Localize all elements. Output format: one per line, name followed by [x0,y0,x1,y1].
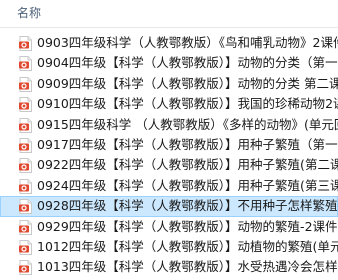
file-row[interactable]: 0904四年级【科学（人教鄂教版）】动物的分类（第一课 [0,53,338,73]
file-name: 0910四年级【科学（人教鄂教版）】我国的珍稀动物2课件【公众 [37,96,338,112]
file-row[interactable]: 0922四年级【科学（人教鄂教版）】用种子繁殖(第二课时)-2课件 [0,155,338,175]
pdf-file-icon [19,76,32,92]
file-name: 0904四年级【科学（人教鄂教版）】动物的分类（第一课 [37,55,338,71]
file-list: 0903四年级科学（人教鄂教版）《鸟和哺乳动物》2课件 0904四年级【科学（人教… [0,33,338,278]
pdf-file-icon [19,56,32,72]
pdf-file-icon [19,199,32,215]
file-row[interactable]: 0917四年级【科学（人教鄂教版）】用种子繁殖（第一课 [0,135,338,155]
file-name: 0909四年级【科学（人教鄂教版）】动物的分类 第二课时2课件 [37,75,338,91]
file-row[interactable]: 1012四年级【科学（人教鄂教版）】动植物的繁殖(单元回顾 [0,237,338,257]
pdf-file-icon [19,36,32,51]
file-list-header: 名称 [0,0,338,28]
file-row[interactable]: 0909四年级【科学（人教鄂教版）】动物的分类 第二课时2课件 [0,74,338,94]
pdf-file-icon [19,158,32,174]
pdf-file-icon [19,219,32,235]
file-name: 0903四年级科学（人教鄂教版）《鸟和哺乳动物》2课件 [37,35,338,50]
pdf-file-icon [19,97,32,113]
file-name: 1012四年级【科学（人教鄂教版）】动植物的繁殖(单元回顾 [37,238,338,254]
file-row[interactable]: 1013四年级【科学（人教鄂教版）】水受热遇冷会怎样-2课件 [0,257,338,277]
name-column-header[interactable]: 名称 [17,5,41,21]
pdf-file-icon [19,260,32,276]
pdf-file-icon [19,117,32,133]
file-name: 0917四年级【科学（人教鄂教版）】用种子繁殖（第一课 [37,136,338,152]
file-row[interactable]: 0924四年级【科学（人教鄂教版）】用种子繁殖(第三课时)-2课件 [0,176,338,196]
file-row[interactable]: 0910四年级【科学（人教鄂教版）】我国的珍稀动物2课件【公众 [0,94,338,114]
pdf-file-icon [19,178,32,194]
file-row[interactable]: 0915四年级科学 （人教鄂教版）《多样的动物》(单元回顾 [0,115,338,135]
file-row[interactable]: 0929四年级【科学（人教鄂教版）】动物的繁殖-2课件【公众号 [0,217,338,237]
pdf-file-icon [19,239,32,255]
file-row[interactable]: 0903四年级科学（人教鄂教版）《鸟和哺乳动物》2课件 [0,33,338,53]
file-row[interactable]: 0928四年级【科学（人教鄂教版）】不用种子怎样繁殖-2课件 [0,196,338,217]
file-name: 0929四年级【科学（人教鄂教版）】动物的繁殖-2课件【公众号 [37,218,338,234]
file-name: 0922四年级【科学（人教鄂教版）】用种子繁殖(第二课时)-2课件 [37,157,338,173]
file-name: 0924四年级【科学（人教鄂教版）】用种子繁殖(第三课时)-2课件 [37,177,338,193]
file-name: 0915四年级科学 （人教鄂教版）《多样的动物》(单元回顾 [37,116,338,132]
file-name: 0928四年级【科学（人教鄂教版）】不用种子怎样繁殖-2课件 [37,198,338,214]
pdf-file-icon [19,137,32,153]
file-name: 1013四年级【科学（人教鄂教版）】水受热遇冷会怎样-2课件 [37,259,338,275]
